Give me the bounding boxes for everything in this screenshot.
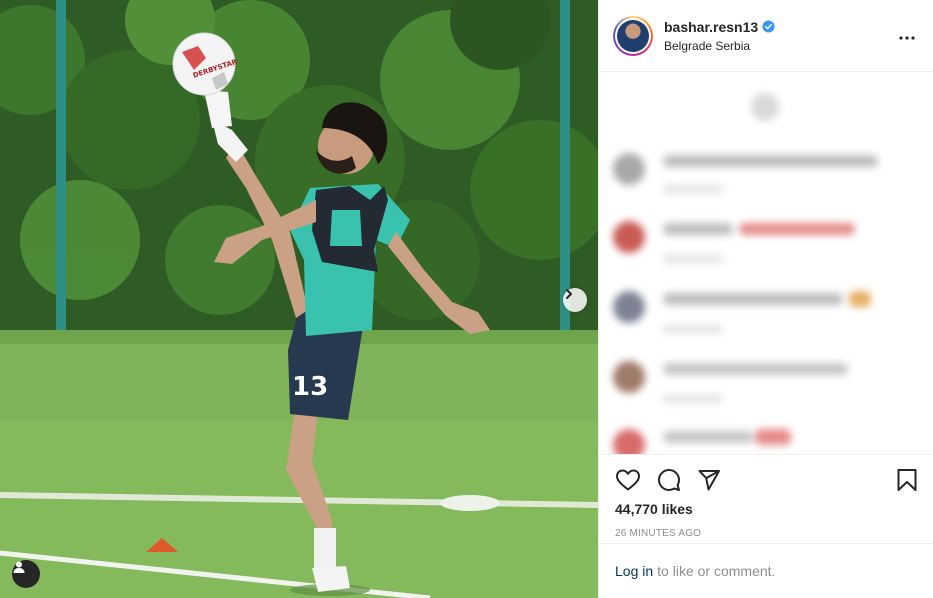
action-icons-row [615, 461, 918, 499]
login-prompt: Log in to like or comment. [599, 543, 933, 598]
training-photo-illustration: 13 DERBYSTAR [0, 0, 598, 598]
verified-badge-icon [762, 20, 775, 33]
tagged-users-button[interactable] [12, 560, 40, 588]
person-icon [13, 561, 25, 573]
chevron-right-icon [566, 289, 572, 299]
carousel-next-button[interactable] [563, 288, 587, 312]
share-button[interactable] [697, 468, 721, 492]
post-timestamp[interactable]: 26 MINUTES AGO [615, 528, 918, 539]
like-button[interactable] [615, 468, 641, 492]
shirt-number-text: 13 [292, 372, 328, 402]
post-header: bashar.resn13 Belgrade Serbia [599, 0, 933, 72]
user-meta: bashar.resn13 Belgrade Serbia [664, 19, 895, 53]
heart-icon [616, 469, 640, 491]
location-link[interactable]: Belgrade Serbia [664, 39, 895, 53]
more-options-icon[interactable] [895, 27, 919, 45]
login-link[interactable]: Log in [615, 563, 653, 579]
post-side-panel: bashar.resn13 Belgrade Serbia 44,770 lik… [598, 0, 933, 598]
paper-plane-icon [698, 470, 720, 491]
post-photo[interactable]: 13 DERBYSTAR [0, 0, 598, 598]
post-actions: 44,770 likes 26 MINUTES AGO [599, 454, 933, 539]
comment-button[interactable] [657, 468, 681, 492]
login-prompt-text: to like or comment. [657, 563, 776, 579]
bookmark-icon [897, 469, 917, 491]
avatar[interactable] [617, 19, 649, 52]
comments-area [599, 73, 933, 454]
username-link[interactable]: bashar.resn13 [664, 19, 758, 35]
comment-icon [658, 469, 680, 491]
avatar-story-ring[interactable] [613, 15, 653, 56]
likes-count[interactable]: 44,770 likes [615, 501, 918, 517]
save-button[interactable] [896, 468, 918, 492]
